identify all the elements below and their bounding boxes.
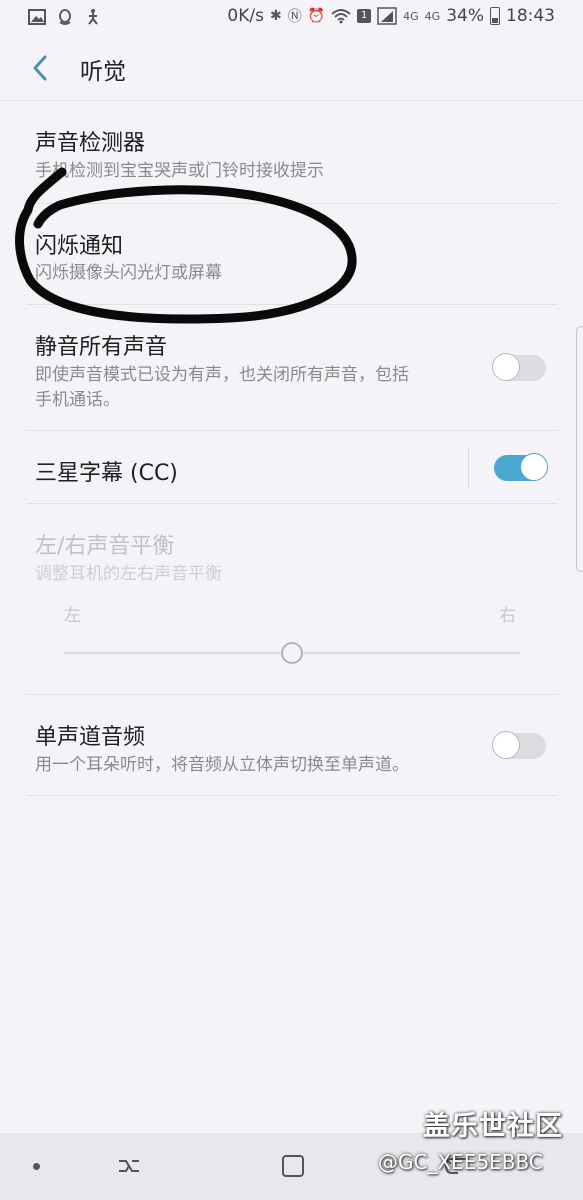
clock: 18:43 (506, 6, 555, 26)
battery-percent: 34% (446, 6, 484, 26)
setting-label: 闪烁通知 (35, 234, 124, 259)
page-title: 听觉 (80, 59, 126, 85)
balance-right-label: 右 (499, 606, 516, 626)
setting-label: 静音所有声音 (35, 335, 168, 360)
setting-flash-notification[interactable]: 闪烁通知 闪烁摄像头闪光灯或屏幕 (0, 204, 583, 304)
toggle-knob (492, 353, 520, 381)
mono-audio-toggle[interactable] (492, 731, 546, 759)
setting-sound-balance: 左/右声音平衡 调整耳机的左右声音平衡 (0, 504, 583, 694)
setting-description: 用一个耳朵听时，将音频从立体声切换至单声道。 (35, 755, 409, 775)
setting-description: 即使声音模式已设为有声，也关闭所有声音，包括 (35, 365, 409, 385)
recent-apps-icon[interactable] (116, 1155, 142, 1177)
network-type-label: 4G (403, 9, 419, 23)
setting-label: 左/右声音平衡 (35, 534, 175, 559)
bluetooth-icon: ✱ (269, 8, 282, 24)
net-speed: 0K/s (227, 6, 264, 26)
accessibility-icon (88, 9, 98, 25)
nav-dot-icon[interactable] (33, 1163, 40, 1170)
setting-mono-audio[interactable]: 单声道音频 用一个耳朵听时，将音频从立体声切换至单声道。 (0, 695, 583, 795)
vertical-divider (468, 447, 469, 489)
home-button-icon[interactable] (282, 1155, 304, 1177)
setting-mute-all-sounds[interactable]: 静音所有声音 即使声音模式已设为有声，也关闭所有声音，包括 手机通话。 (0, 305, 583, 430)
setting-sound-detectors[interactable]: 声音检测器 手机检测到宝宝哭声或门铃时接收提示 (0, 101, 583, 203)
status-bar: 0K/s ✱ Ⓝ ⏰ 1 4G 4G 34% 18:43 (0, 0, 583, 36)
qq-icon (59, 9, 71, 25)
setting-label: 三星字幕 (CC) (35, 461, 178, 486)
setting-samsung-subtitles[interactable]: 三星字幕 (CC) (0, 431, 583, 503)
setting-description: 调整耳机的左右声音平衡 (35, 564, 222, 584)
watermark-site: 盖乐世社区 (423, 1111, 563, 1142)
setting-description: 手机检测到宝宝哭声或门铃时接收提示 (35, 161, 324, 181)
setting-label: 声音检测器 (35, 131, 146, 156)
wifi-icon (331, 9, 351, 24)
notification-count-badge: 1 (357, 9, 372, 23)
app-bar: 听觉 (0, 36, 583, 100)
back-arrow-icon[interactable] (28, 54, 52, 82)
balance-left-label: 左 (64, 606, 81, 626)
battery-icon (490, 7, 500, 25)
network-type-label-2: 4G (424, 9, 441, 23)
setting-description: 闪烁摄像头闪光灯或屏幕 (35, 263, 222, 283)
toggle-knob (492, 731, 520, 759)
balance-slider-thumb[interactable] (281, 642, 303, 664)
toggle-knob (520, 453, 548, 481)
gallery-icon (28, 9, 46, 25)
divider (26, 795, 558, 796)
scrollbar[interactable] (576, 326, 583, 572)
signal-icon (377, 7, 397, 25)
setting-description-cont: 手机通话。 (35, 390, 120, 410)
watermark-user: @GC_XEE5EBBC (378, 1150, 543, 1174)
setting-label: 单声道音频 (35, 725, 146, 750)
alarm-icon: ⏰ (307, 8, 326, 24)
subtitles-toggle[interactable] (494, 453, 548, 481)
nfc-icon: Ⓝ (287, 9, 302, 25)
mute-all-toggle[interactable] (492, 353, 546, 381)
